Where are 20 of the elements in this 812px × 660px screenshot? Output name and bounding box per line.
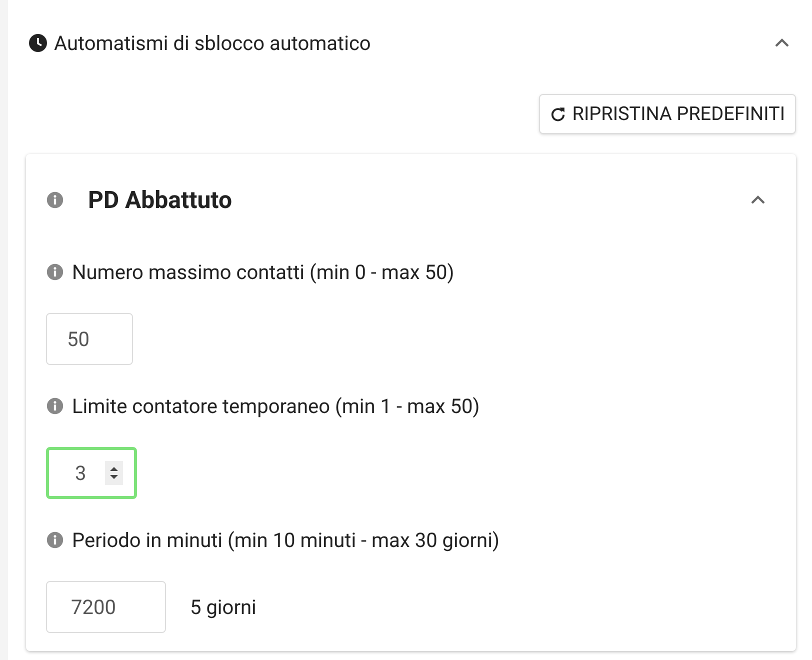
reset-defaults-button[interactable]: RIPRISTINA PREDEFINITI: [539, 94, 796, 134]
field-value: 3: [75, 460, 88, 487]
info-icon: [46, 397, 64, 415]
info-icon: [46, 191, 64, 209]
field-value: 50: [67, 326, 90, 353]
spinner-icon: [105, 461, 123, 485]
refresh-icon: [550, 106, 566, 122]
clock-icon: [28, 33, 48, 53]
number-field[interactable]: 50: [46, 313, 133, 365]
duration-text: 5 giorni: [190, 594, 256, 621]
info-icon: [46, 263, 64, 281]
field-label: Periodo in minuti (min 10 minuti - max 30 giorni): [72, 527, 500, 554]
card-title: PD Abbattuto: [88, 185, 232, 216]
panel-title: Automatismi di sblocco automatico: [54, 30, 371, 57]
info-icon: [46, 531, 64, 549]
number-field[interactable]: 7200: [46, 581, 166, 633]
number-field[interactable]: 3: [46, 447, 137, 499]
field-label: Numero massimo contatti (min 0 - max 50): [72, 259, 454, 286]
field-label: Limite contatore temporaneo (min 1 - max 50): [72, 393, 480, 420]
field-value: 7200: [71, 594, 116, 621]
